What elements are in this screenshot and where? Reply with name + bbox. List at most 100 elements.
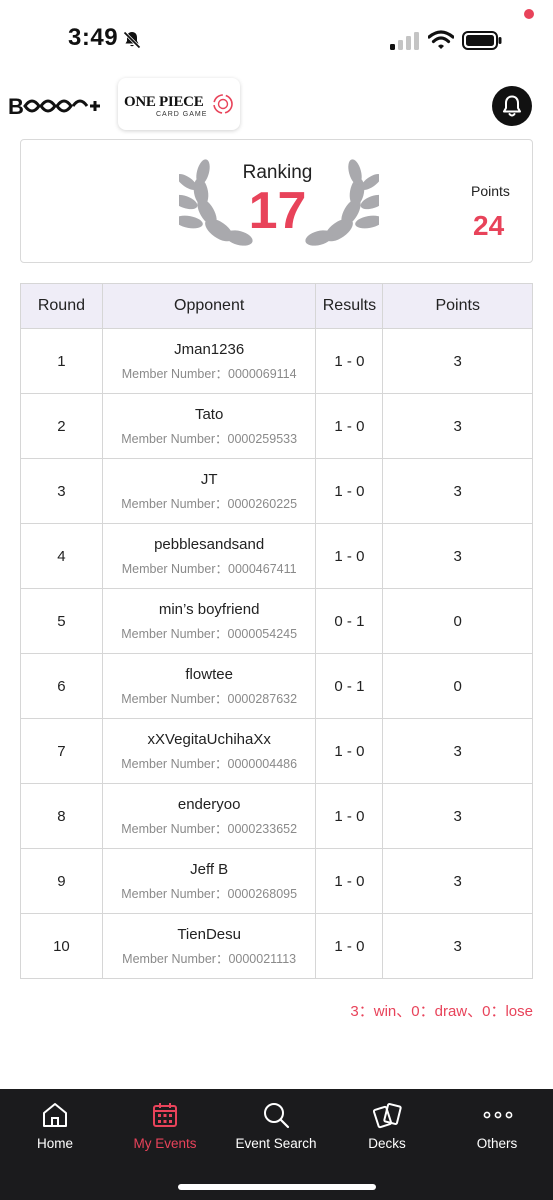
points-cell: 0 [382,588,533,654]
result-cell: 0 - 1 [315,588,384,654]
points-cell: 3 [382,848,533,914]
round-cell: 2 [20,393,103,459]
result-cell: 1 - 0 [315,913,384,979]
opponent-cell: xXVegitaUchihaXx Member Number：0000004486 [101,718,317,784]
opponent-name: Tato [194,405,224,423]
bell-icon [503,95,521,117]
member-number: Member Number：0000069114 [121,366,297,381]
member-number: Member Number：0000004486 [121,756,298,771]
app-header: B ONE PIECE CARD GAME [0,76,553,136]
nav-label-home: Home [36,1136,73,1151]
table-row: 4 pebblesandsand Member Number：0000467411… [20,523,533,589]
wifi-icon [428,30,454,49]
header-round: Round [20,283,103,329]
member-number: Member Number：0000233652 [121,821,298,836]
result-cell: 1 - 0 [315,848,384,914]
nav-item-event-search[interactable]: Event Search [221,1089,331,1169]
one-piece-logo[interactable]: ONE PIECE CARD GAME [118,78,240,130]
more-icon [483,1111,513,1119]
result-cell: 1 - 0 [315,393,384,459]
card-game-ring-icon [213,94,233,114]
opponent-name: min’s boyfriend [158,600,260,618]
opponent-name: TienDesu [177,925,241,943]
result-cell: 1 - 0 [315,523,384,589]
result-cell: 0 - 1 [315,653,384,719]
opponent-cell: Jeff B Member Number：0000268095 [101,848,317,914]
table-row: 6 flowtee Member Number：0000287632 0 - 1 … [20,653,533,719]
nav-item-others[interactable]: Others [442,1089,552,1169]
opponent-cell: min’s boyfriend Member Number：0000054245 [101,588,317,654]
header-points: Points [382,283,533,329]
opponent-name: Jeff B [190,860,229,878]
one-piece-logo-title: ONE PIECE [124,94,204,110]
table-row: 1 Jman1236 Member Number：0000069114 1 - 0… [20,328,533,394]
opponent-name: pebblesandsand [154,535,265,553]
nav-label-my-events: My Events [133,1136,197,1151]
table-row: 3 JT Member Number：0000260225 1 - 0 3 [20,458,533,524]
member-number: Member Number：0000467411 [121,561,297,576]
round-cell: 4 [20,523,103,589]
calendar-icon [153,1103,177,1127]
nav-item-decks[interactable]: Decks [332,1089,442,1169]
points-value: 24 [473,210,505,241]
opponent-name: Jman1236 [174,340,245,358]
member-number: Member Number：0000259533 [121,431,298,446]
bandai-logo[interactable]: B [8,92,100,120]
bell-slash-icon [123,31,141,49]
nav-label-decks: Decks [368,1136,406,1151]
table-row: 9 Jeff B Member Number：0000268095 1 - 0 3 [20,848,533,914]
one-piece-logo-subtitle: CARD GAME [156,111,208,118]
signal-icon [390,32,419,50]
points-legend: 3：win、0：draw、0：lose [350,1003,533,1020]
member-number: Member Number：0000260225 [121,496,298,511]
points-cell: 3 [382,393,533,459]
points-cell: 0 [382,653,533,719]
opponent-cell: Jman1236 Member Number：0000069114 [101,328,317,394]
status-bar: 3:49 [0,0,553,70]
opponent-cell: JT Member Number：0000260225 [101,458,317,524]
result-cell: 1 - 0 [315,458,384,524]
table-row: 5 min’s boyfriend Member Number：000005424… [20,588,533,654]
result-cell: 1 - 0 [315,328,384,394]
round-cell: 3 [20,458,103,524]
notification-button[interactable] [492,86,532,126]
table-row: 10 TienDesu Member Number：0000021113 1 - … [20,913,533,979]
cards-icon [373,1103,402,1129]
ranking-label: Ranking [242,162,313,183]
battery-icon [462,31,502,50]
opponent-name: enderyoo [177,795,241,813]
member-number: Member Number：0000021113 [122,951,297,966]
points-cell: 3 [382,718,533,784]
points-label: Points [471,183,510,199]
status-time: 3:49 [68,24,119,51]
result-cell: 1 - 0 [315,783,384,849]
member-number: Member Number：0000054245 [121,626,298,641]
member-number: Member Number：0000268095 [121,886,298,901]
opponent-name: JT [200,470,218,488]
header-results: Results [315,283,384,329]
results-table: Round Opponent Results Points 1 Jman1236… [20,283,533,979]
opponent-name: xXVegitaUchihaXx [147,730,271,748]
opponent-cell: enderyoo Member Number：0000233652 [101,783,317,849]
round-cell: 7 [20,718,103,784]
opponent-cell: TienDesu Member Number：0000021113 [101,913,317,979]
nav-item-home[interactable]: Home [0,1089,110,1169]
points-cell: 3 [382,328,533,394]
result-cell: 1 - 0 [315,718,384,784]
search-icon [264,1103,290,1129]
table-header-row: Round Opponent Results Points [20,283,533,329]
nav-label-event-search: Event Search [235,1136,317,1151]
home-icon [43,1103,67,1127]
round-cell: 1 [20,328,103,394]
ranking-value: 17 [248,182,307,240]
points-cell: 3 [382,523,533,589]
member-number: Member Number：0000287632 [121,691,298,706]
opponent-cell: pebblesandsand Member Number：0000467411 [101,523,317,589]
notification-badge [524,9,534,19]
round-cell: 6 [20,653,103,719]
round-cell: 8 [20,783,103,849]
nav-item-my-events[interactable]: My Events [110,1089,220,1169]
home-indicator[interactable] [178,1184,376,1190]
ranking-card: Ranking 17 Points 24 [20,139,533,263]
opponent-name: flowtee [185,665,233,683]
